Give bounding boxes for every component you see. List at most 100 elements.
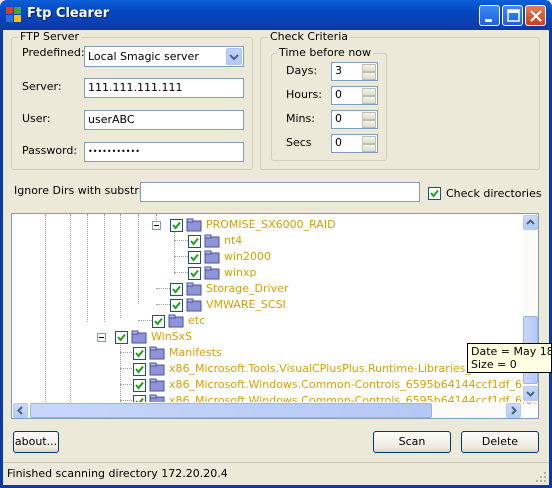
- check-directories-checkbox[interactable]: [428, 187, 441, 200]
- tree-node[interactable]: etc: [12, 313, 522, 329]
- tree-node-checkbox[interactable]: [152, 315, 165, 328]
- predefined-combo[interactable]: Local Smagic server: [84, 46, 244, 67]
- tree-node-checkbox[interactable]: [133, 347, 146, 360]
- spin-down-icon[interactable]: [362, 144, 376, 152]
- tooltip-date: Date = May 18 2: [471, 345, 551, 358]
- tree-node-label: nt4: [224, 234, 243, 247]
- folder-icon: [185, 281, 203, 297]
- password-input[interactable]: •••••••••••: [84, 142, 244, 162]
- tree-node[interactable]: nt4: [12, 233, 522, 249]
- days-spinner[interactable]: 3: [331, 62, 378, 81]
- minimize-button[interactable]: [479, 5, 500, 26]
- tree-node-checkbox[interactable]: [133, 363, 146, 376]
- tree-node-checkbox[interactable]: [170, 219, 183, 232]
- scan-button[interactable]: Scan: [373, 431, 451, 453]
- tree-tooltip: Date = May 18 2 Size = 0: [467, 343, 552, 373]
- tree-node-checkbox[interactable]: [188, 267, 201, 280]
- maximize-button[interactable]: [502, 5, 523, 26]
- ignore-dirs-input[interactable]: [140, 182, 420, 202]
- check-directories-label: Check directories: [446, 187, 542, 200]
- folder-icon: [203, 265, 221, 281]
- scroll-right-icon[interactable]: [506, 403, 521, 418]
- tree-node[interactable]: Storage_Driver: [12, 281, 522, 297]
- days-label: Days:: [286, 64, 318, 77]
- spin-down-icon[interactable]: [362, 72, 376, 80]
- tree-node[interactable]: x86_Microsoft.Windows.Common-Controls_65…: [12, 377, 538, 393]
- user-input[interactable]: userABC: [84, 110, 244, 130]
- tree-node-label: WinSxS: [151, 330, 193, 343]
- tree-node-label: win2000: [224, 250, 272, 263]
- folder-icon: [185, 297, 203, 313]
- hours-spinner[interactable]: 0: [331, 86, 378, 105]
- hours-value: 0: [335, 88, 342, 101]
- mins-spinner[interactable]: 0: [331, 110, 378, 129]
- folder-icon: [148, 361, 166, 377]
- days-value: 3: [335, 64, 342, 77]
- tree-node-checkbox[interactable]: [170, 283, 183, 296]
- check-criteria-legend: Check Criteria: [268, 30, 350, 43]
- tree-node-label: Manifests: [169, 346, 222, 359]
- predefined-value: Local Smagic server: [88, 50, 199, 63]
- scroll-up-icon[interactable]: [523, 215, 538, 230]
- password-label: Password:: [22, 144, 78, 157]
- tree-node[interactable]: WinSxS: [12, 329, 522, 345]
- delete-button[interactable]: Delete: [461, 431, 539, 453]
- chevron-down-icon[interactable]: [226, 48, 242, 65]
- spin-up-icon[interactable]: [362, 88, 376, 96]
- tree-node[interactable]: win2000: [12, 249, 522, 265]
- about-button[interactable]: about...: [13, 431, 59, 453]
- tree-node[interactable]: winxp: [12, 265, 522, 281]
- minimize-icon: [485, 19, 492, 22]
- collapse-icon[interactable]: [152, 221, 161, 230]
- tree-node-label: winxp: [224, 266, 257, 279]
- secs-spin-buttons[interactable]: [362, 136, 376, 152]
- tree-node-label: VMWARE_SCSI: [206, 298, 286, 311]
- scroll-down-icon[interactable]: [523, 386, 538, 401]
- close-button[interactable]: [525, 5, 546, 26]
- resize-grip-icon[interactable]: [535, 471, 547, 483]
- directory-tree[interactable]: PROMISE_SX6000_RAID nt4 win2000 winxp St…: [11, 213, 539, 419]
- folder-icon: [185, 217, 203, 233]
- tree-node-label: x86_Microsoft.Windows.Common-Controls_65…: [169, 378, 538, 391]
- title-bar[interactable]: Ftp Clearer: [0, 0, 552, 30]
- folder-icon: [130, 329, 148, 345]
- folder-icon: [203, 233, 221, 249]
- mins-spin-buttons[interactable]: [362, 112, 376, 128]
- predefined-label: Predefined:: [22, 46, 85, 59]
- tree-node-checkbox[interactable]: [133, 379, 146, 392]
- scroll-left-icon[interactable]: [13, 403, 28, 418]
- server-input[interactable]: 111.111.111.111: [84, 78, 244, 98]
- days-spin-buttons[interactable]: [362, 64, 376, 80]
- tree-node-checkbox[interactable]: [170, 299, 183, 312]
- spin-up-icon[interactable]: [362, 64, 376, 72]
- user-label: User:: [22, 112, 51, 125]
- app-icon: [6, 7, 21, 22]
- tree-node[interactable]: Manifests: [12, 345, 522, 361]
- ignore-dirs-label: Ignore Dirs with substring:: [14, 184, 160, 197]
- hours-spin-buttons[interactable]: [362, 88, 376, 104]
- checkmark-icon: [430, 189, 439, 198]
- folder-icon: [148, 377, 166, 393]
- tree-node[interactable]: x86_Microsoft.Tools.VisualCPlusPlus.Runt…: [12, 361, 522, 377]
- tree-node-checkbox[interactable]: [115, 331, 128, 344]
- tree-node-label: PROMISE_SX6000_RAID: [206, 218, 336, 231]
- window-title: Ftp Clearer: [27, 6, 110, 21]
- secs-spinner[interactable]: 0: [331, 134, 378, 153]
- status-text: Finished scanning directory 172.20.20.4: [7, 467, 228, 480]
- tree-node-label: Storage_Driver: [206, 282, 289, 295]
- spin-up-icon[interactable]: [362, 112, 376, 120]
- tree-node[interactable]: VMWARE_SCSI: [12, 297, 522, 313]
- tree-node-label: x86_Microsoft.Tools.VisualCPlusPlus.Runt…: [169, 362, 513, 375]
- tree-node-checkbox[interactable]: [188, 251, 201, 264]
- collapse-icon[interactable]: [97, 333, 106, 342]
- tree-node-checkbox[interactable]: [188, 235, 201, 248]
- spin-up-icon[interactable]: [362, 136, 376, 144]
- horizontal-scroll-thumb[interactable]: [30, 403, 432, 418]
- spin-down-icon[interactable]: [362, 96, 376, 104]
- tree-node[interactable]: PROMISE_SX6000_RAID: [12, 217, 522, 233]
- time-before-now-legend: Time before now: [277, 46, 374, 59]
- close-icon: [530, 10, 542, 22]
- maximize-icon: [507, 9, 520, 22]
- tooltip-size: Size = 0: [471, 358, 517, 371]
- spin-down-icon[interactable]: [362, 120, 376, 128]
